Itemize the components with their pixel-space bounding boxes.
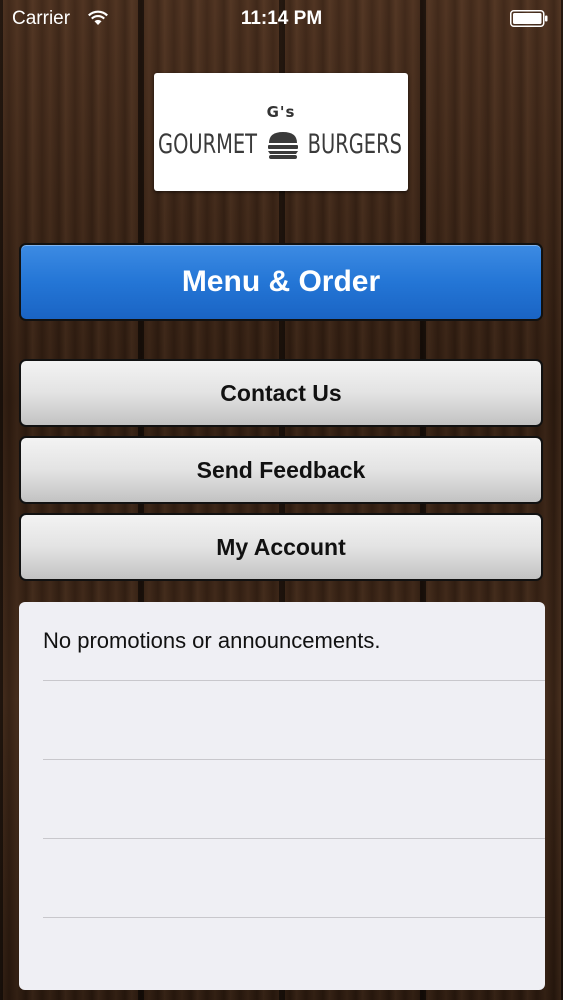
status-time: 11:14 PM	[240, 8, 323, 29]
status-bar: Carrier 11:14 PM	[0, 0, 563, 38]
send-feedback-button[interactable]: Send Feedback	[19, 436, 543, 504]
menu-order-button[interactable]: Menu & Order	[19, 243, 543, 321]
list-item	[43, 839, 545, 918]
list-item	[43, 918, 545, 990]
list-item	[43, 681, 545, 760]
logo-small-text: G's	[266, 103, 296, 121]
contact-us-label: Contact Us	[220, 379, 342, 406]
battery-icon	[510, 10, 548, 27]
my-account-button[interactable]: My Account	[19, 513, 543, 581]
burger-icon	[268, 132, 298, 159]
my-account-label: My Account	[216, 533, 346, 560]
list-item: No promotions or announcements.	[43, 602, 545, 681]
menu-order-label: Menu & Order	[181, 265, 381, 298]
send-feedback-label: Send Feedback	[196, 456, 366, 483]
logo-word-left: GOURMET	[158, 129, 258, 160]
announcements-list[interactable]: No promotions or announcements.	[19, 602, 545, 990]
logo-word-right: BURGERS	[307, 129, 402, 160]
announcement-text: No promotions or announcements.	[43, 628, 381, 653]
list-item	[43, 760, 545, 839]
brand-logo: G's GOURMET BURGERS	[154, 73, 408, 191]
contact-us-button[interactable]: Contact Us	[19, 359, 543, 427]
